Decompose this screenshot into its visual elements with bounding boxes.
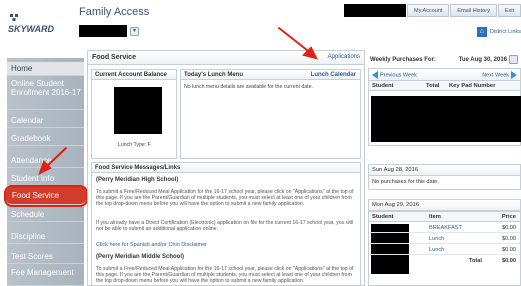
district-icon: ⌂: [476, 27, 487, 37]
messages-header: Food Service Messages/Links: [92, 163, 360, 173]
lunch-type: Lunch Type: F: [118, 142, 151, 148]
mon-header-row: Student Item Price: [369, 211, 520, 222]
arrow-left-icon: [372, 71, 378, 79]
exit-link[interactable]: Exit: [497, 4, 521, 17]
school-heading-2: (Perry Meridian Middle School): [96, 254, 185, 260]
lunch-menu-box: Today's Lunch Menu Lunch Calendar No lun…: [180, 69, 361, 159]
purchase-price: $0.00: [502, 247, 516, 253]
sidebar-item-home[interactable]: Home: [7, 62, 84, 76]
total-label: Total: [469, 258, 482, 264]
skyward-logo: SKYWARD: [8, 14, 55, 34]
lunch-calendar-link[interactable]: Lunch Calendar: [311, 70, 356, 80]
day-mon-box: Mon Aug 29, 2016 Student Item Price BREA…: [368, 199, 521, 286]
purchase-item[interactable]: Lunch: [429, 236, 444, 242]
next-week-link[interactable]: Next Week: [482, 71, 517, 79]
message-paragraph-3: To submit a Free/Reduced Meal Applicatio…: [96, 266, 354, 285]
purchase-row: Lunch $0.00: [369, 233, 520, 244]
week-nav: Previous Week Next Week: [369, 69, 520, 80]
purchase-price: $0.00: [502, 236, 516, 242]
school-heading-1: (Perry Meridian High School): [96, 177, 179, 183]
day-sun-message: No purchases for this date.: [372, 179, 439, 185]
day-mon-header: Mon Aug 29, 2016: [369, 200, 520, 211]
sidebar-item-attendance[interactable]: Attendance: [7, 154, 84, 168]
purchase-item[interactable]: Lunch: [429, 247, 444, 253]
page-title: Food Service: [92, 54, 136, 61]
district-links[interactable]: ⌂ District Links: [476, 26, 521, 38]
col-item: Item: [429, 214, 441, 220]
balance-redacted: [114, 87, 162, 134]
purchase-row: Lunch $0.00: [369, 244, 520, 255]
calendar-icon[interactable]: [509, 55, 518, 64]
sidebar-item-fee-management[interactable]: Fee Management: [7, 268, 84, 286]
my-account-link[interactable]: My Account: [406, 4, 450, 17]
menu-text: No lunch menu details are available for …: [184, 84, 313, 90]
col-price: Price: [501, 214, 516, 220]
col-student-mon: Student: [372, 214, 394, 220]
top-header: SKYWARD Family Access ▾ My Account Email…: [0, 0, 521, 48]
purchase-item[interactable]: BREAKFAST: [429, 225, 462, 231]
top-links: My Account Email History Exit: [343, 4, 521, 18]
previous-week-label: Previous Week: [380, 72, 417, 79]
weekly-date: Tue Aug 30, 2016: [458, 57, 507, 63]
sidebar-item-enrollment[interactable]: Online Student Enrollment 2016-17: [7, 78, 84, 110]
purchase-price: $0.00: [502, 225, 516, 231]
purchase-row: BREAKFAST $0.00: [369, 222, 520, 233]
brand-text: SKYWARD: [8, 24, 55, 34]
app-title: Family Access: [79, 6, 150, 18]
sidebar: Home Online Student Enrollment 2016-17 C…: [4, 58, 88, 286]
email-history-link[interactable]: Email History: [450, 4, 497, 17]
week-summary-box: Previous Week Next Week Student Total Ke…: [368, 68, 521, 146]
menu-header: Today's Lunch Menu Lunch Calendar: [181, 70, 360, 80]
menu-header-label: Today's Lunch Menu: [184, 72, 243, 78]
message-paragraph-2: If you already have a Direct Certificati…: [96, 220, 354, 233]
sidebar-item-gradebook[interactable]: Gradebook: [7, 132, 84, 146]
sidebar-item-calendar[interactable]: Calendar: [7, 114, 84, 128]
col-keypad: Key Pad Number: [449, 83, 496, 89]
previous-week-link[interactable]: Previous Week: [372, 71, 417, 79]
chevron-down-icon[interactable]: ▾: [130, 27, 139, 36]
total-row: Total $0.00: [369, 255, 520, 266]
balance-header: Current Account Balance: [92, 70, 176, 80]
col-student: Student: [372, 83, 394, 89]
account-balance-box: Current Account Balance Lunch Type: F: [91, 69, 177, 159]
sidebar-item-discipline[interactable]: Discipline: [7, 230, 84, 244]
panel-header: Food Service Applications: [88, 51, 364, 65]
weekly-purchases: Weekly Purchases For: Tue Aug 30, 2016 P…: [368, 54, 521, 286]
sidebar-item-student-info[interactable]: Student Info: [7, 172, 84, 186]
arrow-right-icon: [511, 71, 517, 79]
sidebar-item-schedule[interactable]: Schedule: [7, 208, 84, 222]
day-sun-box: Sun Aug 28, 2016 No purchases for this d…: [368, 164, 521, 190]
weekly-title: Weekly Purchases For:: [370, 57, 436, 63]
spanish-disclaimer-link[interactable]: Click here for Spanish and/or Chin Discl…: [96, 242, 207, 248]
next-week-label: Next Week: [482, 72, 509, 79]
user-name-redacted: [343, 4, 406, 17]
summary-redacted: [371, 96, 521, 142]
applications-link[interactable]: Applications: [328, 54, 360, 60]
weekly-header: Weekly Purchases For: Tue Aug 30, 2016: [368, 54, 521, 66]
sidebar-item-food-service[interactable]: Food Service: [4, 185, 88, 207]
district-links-label: District Links: [489, 29, 521, 35]
col-total: Total: [426, 83, 440, 89]
total-value: $0.00: [502, 258, 516, 264]
messages-box: Food Service Messages/Links (Perry Merid…: [91, 162, 361, 285]
food-service-panel: Food Service Applications Current Accoun…: [87, 50, 365, 286]
summary-header-row: Student Total Key Pad Number: [369, 80, 520, 91]
day-sun-header: Sun Aug 28, 2016: [369, 165, 520, 176]
message-paragraph-1: To submit a Free/Reduced Meal Applicatio…: [96, 189, 354, 208]
student-select[interactable]: [79, 25, 127, 37]
sidebar-item-test-scores[interactable]: Test Scores: [7, 250, 84, 264]
